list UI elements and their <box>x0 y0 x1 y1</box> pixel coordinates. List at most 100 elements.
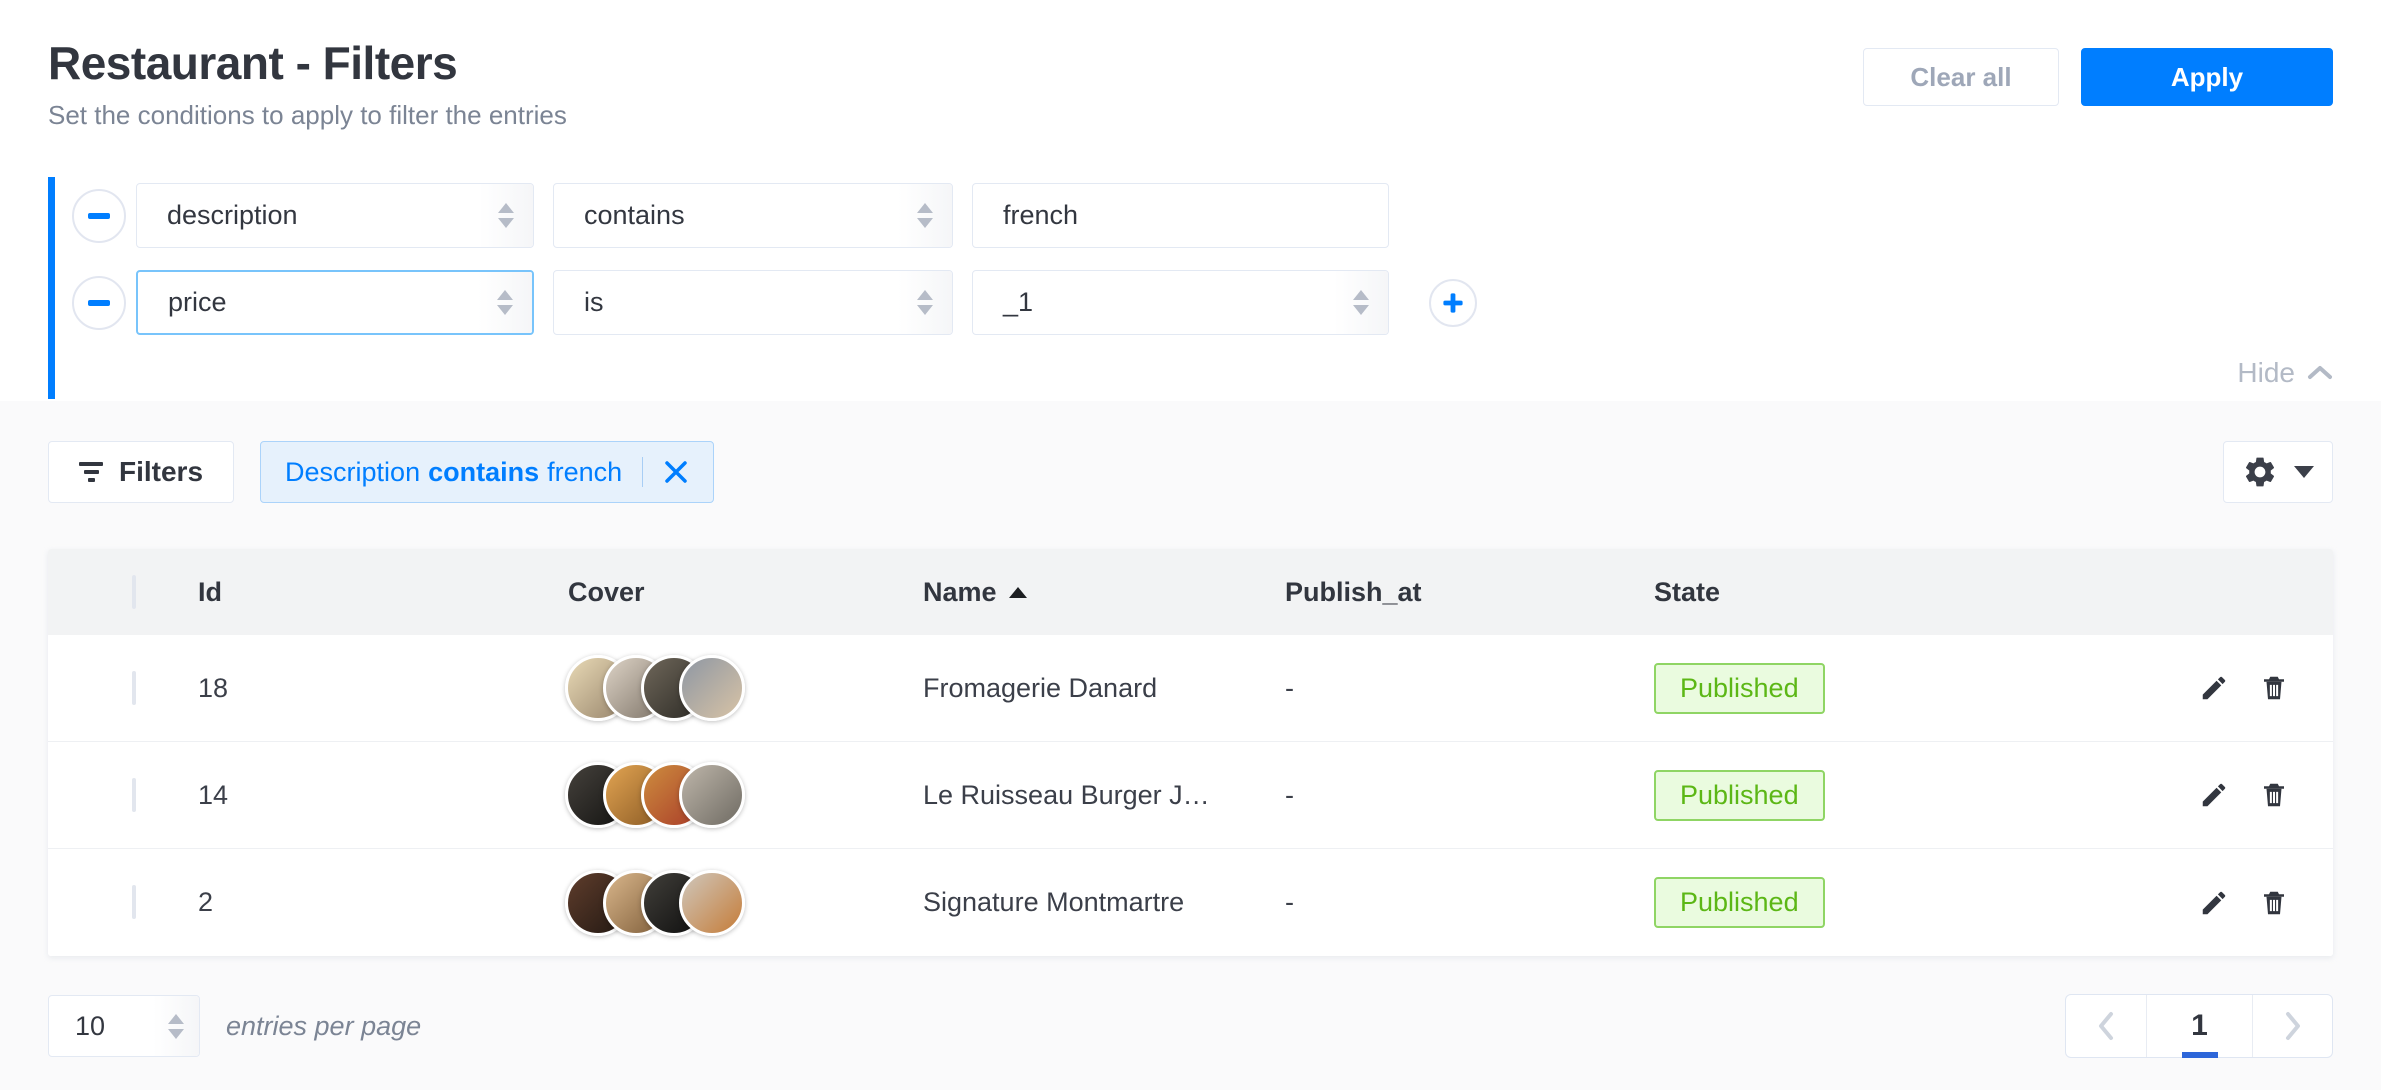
row-checkbox[interactable] <box>132 671 136 705</box>
entries-per-page-select[interactable]: 10 <box>48 995 200 1057</box>
table-settings-button[interactable] <box>2223 441 2333 503</box>
filters-toggle-button[interactable]: Filters <box>48 441 234 503</box>
filter-row-2: price is _1 <box>72 270 2333 335</box>
delete-button[interactable] <box>2257 778 2291 812</box>
remove-filter-tag-button[interactable] <box>663 459 689 485</box>
cell-state: Published <box>1654 877 2163 928</box>
hide-label: Hide <box>2237 357 2295 389</box>
field-select[interactable]: price <box>136 270 534 335</box>
hide-row: Hide <box>72 357 2333 389</box>
remove-filter-button[interactable] <box>72 189 126 243</box>
cell-publish-at: - <box>1285 780 1654 811</box>
clear-all-button[interactable]: Clear all <box>1863 48 2059 106</box>
column-header-publish-at[interactable]: Publish_at <box>1285 577 1654 608</box>
hide-filters-link[interactable]: Hide <box>2237 357 2333 389</box>
add-filter-wrap <box>1429 279 1477 327</box>
plus-icon <box>1443 293 1462 312</box>
operator-select[interactable]: is <box>553 270 953 335</box>
entries-table: Id Cover Name Publish_at State 18 Fromag… <box>48 549 2333 956</box>
pencil-icon <box>2199 780 2229 810</box>
table-row[interactable]: 18 Fromagerie Danard - Published <box>48 635 2333 742</box>
cell-publish-at: - <box>1285 673 1654 704</box>
column-header-state[interactable]: State <box>1654 577 2163 608</box>
trash-icon <box>2259 673 2289 703</box>
chevron-right-icon <box>2282 1010 2304 1042</box>
row-checkbox[interactable] <box>132 778 136 812</box>
field-select[interactable]: description <box>136 183 534 248</box>
cell-name: Fromagerie Danard <box>923 673 1285 704</box>
gear-icon <box>2242 454 2278 490</box>
filter-value-number-input[interactable]: _1 <box>972 270 1389 335</box>
pencil-icon <box>2199 888 2229 918</box>
select-arrows-icon <box>898 271 952 334</box>
status-badge: Published <box>1654 663 1825 714</box>
cell-cover <box>568 870 923 936</box>
chevron-left-icon <box>2095 1010 2117 1042</box>
field-select-value: price <box>138 287 227 318</box>
cover-avatars <box>565 870 923 936</box>
cell-state: Published <box>1654 770 2163 821</box>
row-checkbox[interactable] <box>132 885 136 919</box>
trash-icon <box>2259 888 2289 918</box>
entries-per-page-value: 10 <box>49 1011 105 1042</box>
remove-filter-button[interactable] <box>72 276 126 330</box>
page-header-text: Restaurant - Filters Set the conditions … <box>48 36 567 131</box>
page-title: Restaurant - Filters <box>48 36 567 90</box>
select-arrows-icon <box>478 272 532 333</box>
filters-panel: Restaurant - Filters Set the conditions … <box>0 0 2381 401</box>
apply-button[interactable]: Apply <box>2081 48 2333 106</box>
cover-avatars <box>565 655 923 721</box>
pagination: 1 <box>2065 994 2333 1058</box>
cover-image <box>679 655 745 721</box>
active-filter-tag: Description contains french <box>260 441 714 503</box>
edit-button[interactable] <box>2197 671 2231 705</box>
filter-value-input[interactable]: french <box>972 183 1389 248</box>
filter-tag-operator: contains <box>428 457 539 488</box>
column-header-cover[interactable]: Cover <box>568 577 923 608</box>
column-header-name[interactable]: Name <box>923 577 1285 608</box>
status-badge: Published <box>1654 770 1825 821</box>
row-checkbox-cell <box>48 780 198 811</box>
table-header-row: Id Cover Name Publish_at State <box>48 549 2333 635</box>
select-all-cell <box>48 577 198 608</box>
filter-icon <box>79 462 103 482</box>
select-arrows-icon <box>479 184 533 247</box>
next-page-button[interactable] <box>2252 995 2332 1057</box>
cell-name: Le Ruisseau Burger J… <box>923 780 1285 811</box>
row-checkbox-cell <box>48 673 198 704</box>
column-header-id[interactable]: Id <box>198 577 568 608</box>
pencil-icon <box>2199 673 2229 703</box>
cover-avatars <box>565 762 923 828</box>
filter-tag-value: french <box>547 457 622 488</box>
chevron-up-icon <box>2307 364 2333 382</box>
table-row[interactable]: 14 Le Ruisseau Burger J… - Published <box>48 742 2333 849</box>
close-icon <box>663 459 689 485</box>
sort-ascending-icon <box>1009 587 1027 598</box>
number-spinner-icon <box>1334 271 1388 334</box>
filter-value-text: french <box>973 200 1078 231</box>
cover-image <box>679 870 745 936</box>
page-number-button[interactable]: 1 <box>2146 995 2252 1057</box>
tag-divider <box>642 457 643 487</box>
add-filter-button[interactable] <box>1429 279 1477 327</box>
delete-button[interactable] <box>2257 671 2291 705</box>
select-all-checkbox[interactable] <box>132 575 136 609</box>
cell-state: Published <box>1654 663 2163 714</box>
row-actions <box>2163 671 2333 705</box>
edit-button[interactable] <box>2197 778 2231 812</box>
chevron-down-icon <box>2294 466 2314 478</box>
cell-id: 14 <box>198 780 568 811</box>
previous-page-button[interactable] <box>2066 995 2146 1057</box>
select-arrows-icon <box>153 996 199 1056</box>
header-actions: Clear all Apply <box>1863 48 2333 106</box>
minus-icon <box>88 300 110 306</box>
delete-button[interactable] <box>2257 886 2291 920</box>
status-badge: Published <box>1654 877 1825 928</box>
table-row[interactable]: 2 Signature Montmartre - Published <box>48 849 2333 956</box>
filter-builder: description contains french price is <box>48 177 2333 395</box>
current-page-number: 1 <box>2191 1009 2208 1043</box>
operator-select[interactable]: contains <box>553 183 953 248</box>
row-checkbox-cell <box>48 887 198 918</box>
list-view-content: Filters Description contains french Id C… <box>0 441 2381 1058</box>
edit-button[interactable] <box>2197 886 2231 920</box>
